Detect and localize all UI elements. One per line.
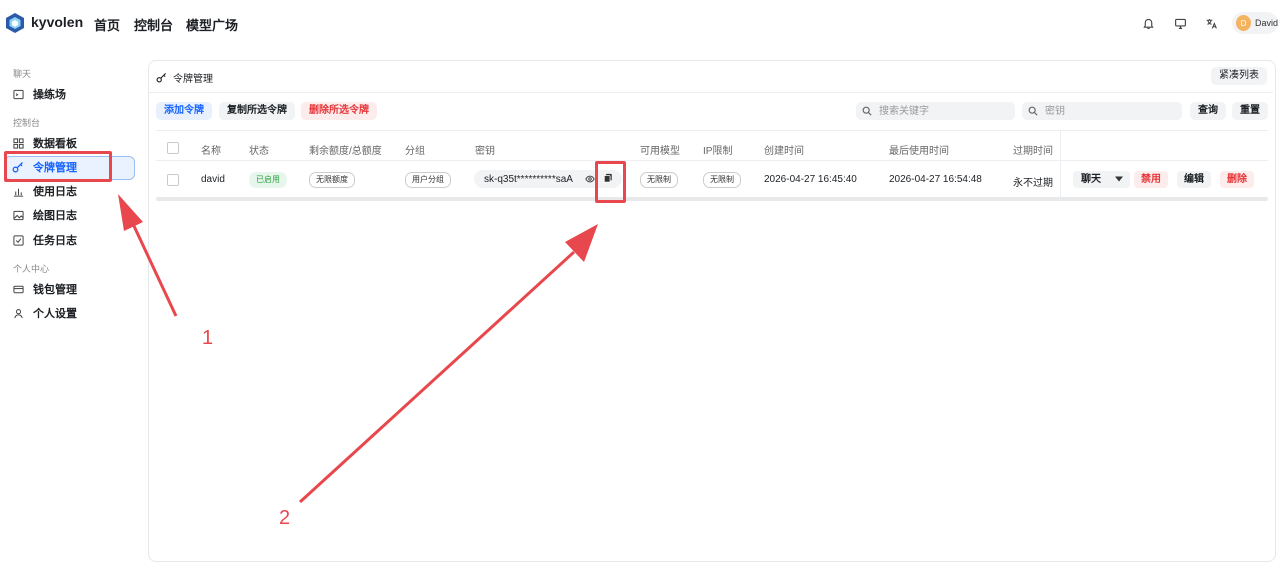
annotation-arrow-1-head: [118, 194, 143, 231]
annotation-number-2: 2: [279, 507, 291, 529]
annotation-number-1: 1: [202, 327, 214, 349]
annotation-arrows: [118, 194, 598, 504]
